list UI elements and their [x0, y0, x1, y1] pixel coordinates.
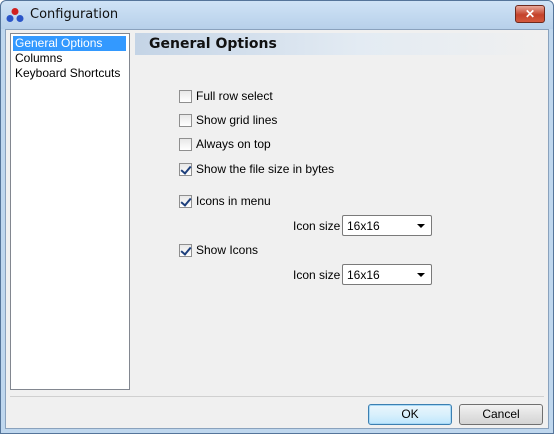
file-size-bytes-checkbox[interactable]: [179, 162, 192, 176]
app-icon: [6, 8, 24, 22]
icon-size-label: Icon size: [293, 268, 341, 282]
icons-in-menu-checkbox[interactable]: [179, 194, 192, 208]
icons-in-menu-option[interactable]: Icons in menu: [179, 193, 271, 209]
show-icons-option[interactable]: Show Icons: [179, 242, 258, 258]
icon-size-select[interactable]: 16x16: [342, 264, 432, 285]
show-grid-lines-checkbox[interactable]: [179, 113, 192, 127]
option-label: Icons in menu: [196, 194, 271, 208]
close-button[interactable]: ✕: [515, 5, 545, 23]
show-grid-lines-option[interactable]: Show grid lines: [179, 112, 277, 128]
options-panel: General Options Full row select Show gri…: [135, 33, 543, 390]
full-row-select-option[interactable]: Full row select: [179, 88, 273, 104]
combo-value: 16x16: [347, 268, 380, 282]
full-row-select-checkbox[interactable]: [179, 89, 192, 103]
nav-item-label: Keyboard Shortcuts: [15, 66, 121, 80]
chevron-down-icon: [417, 273, 425, 277]
option-label: Show grid lines: [196, 113, 278, 127]
category-list[interactable]: General Options Columns Keyboard Shortcu…: [10, 33, 130, 390]
button-divider: [10, 396, 544, 397]
nav-item-general-options[interactable]: General Options: [13, 36, 126, 51]
nav-item-keyboard-shortcuts[interactable]: Keyboard Shortcuts: [13, 66, 122, 81]
always-on-top-option[interactable]: Always on top: [179, 136, 271, 152]
window-title: Configuration: [30, 7, 119, 22]
nav-item-label: Columns: [15, 51, 63, 65]
combo-value: 16x16: [347, 219, 380, 233]
cancel-button[interactable]: Cancel: [459, 404, 543, 425]
show-icons-checkbox[interactable]: [179, 243, 192, 257]
ok-button[interactable]: OK: [368, 404, 452, 425]
always-on-top-checkbox[interactable]: [179, 137, 192, 151]
chevron-down-icon: [417, 224, 425, 228]
menu-icon-size-label: Icon size: [293, 219, 341, 233]
configuration-window: Configuration ✕ General Options Columns …: [0, 0, 554, 434]
option-label: Always on top: [196, 137, 271, 151]
nav-item-label: General Options: [15, 36, 103, 50]
close-icon: ✕: [524, 7, 536, 21]
dialog-body: General Options Columns Keyboard Shortcu…: [5, 29, 549, 429]
title-bar[interactable]: Configuration ✕: [1, 1, 553, 29]
file-size-bytes-option[interactable]: Show the file size in bytes: [179, 161, 334, 177]
option-label: Show Icons: [196, 243, 259, 257]
nav-item-columns[interactable]: Columns: [13, 51, 64, 66]
panel-title: General Options: [149, 36, 277, 52]
option-label: Show the file size in bytes: [196, 162, 335, 176]
panel-header: General Options: [135, 33, 543, 55]
option-label: Full row select: [196, 89, 273, 103]
menu-icon-size-select[interactable]: 16x16: [342, 215, 432, 236]
